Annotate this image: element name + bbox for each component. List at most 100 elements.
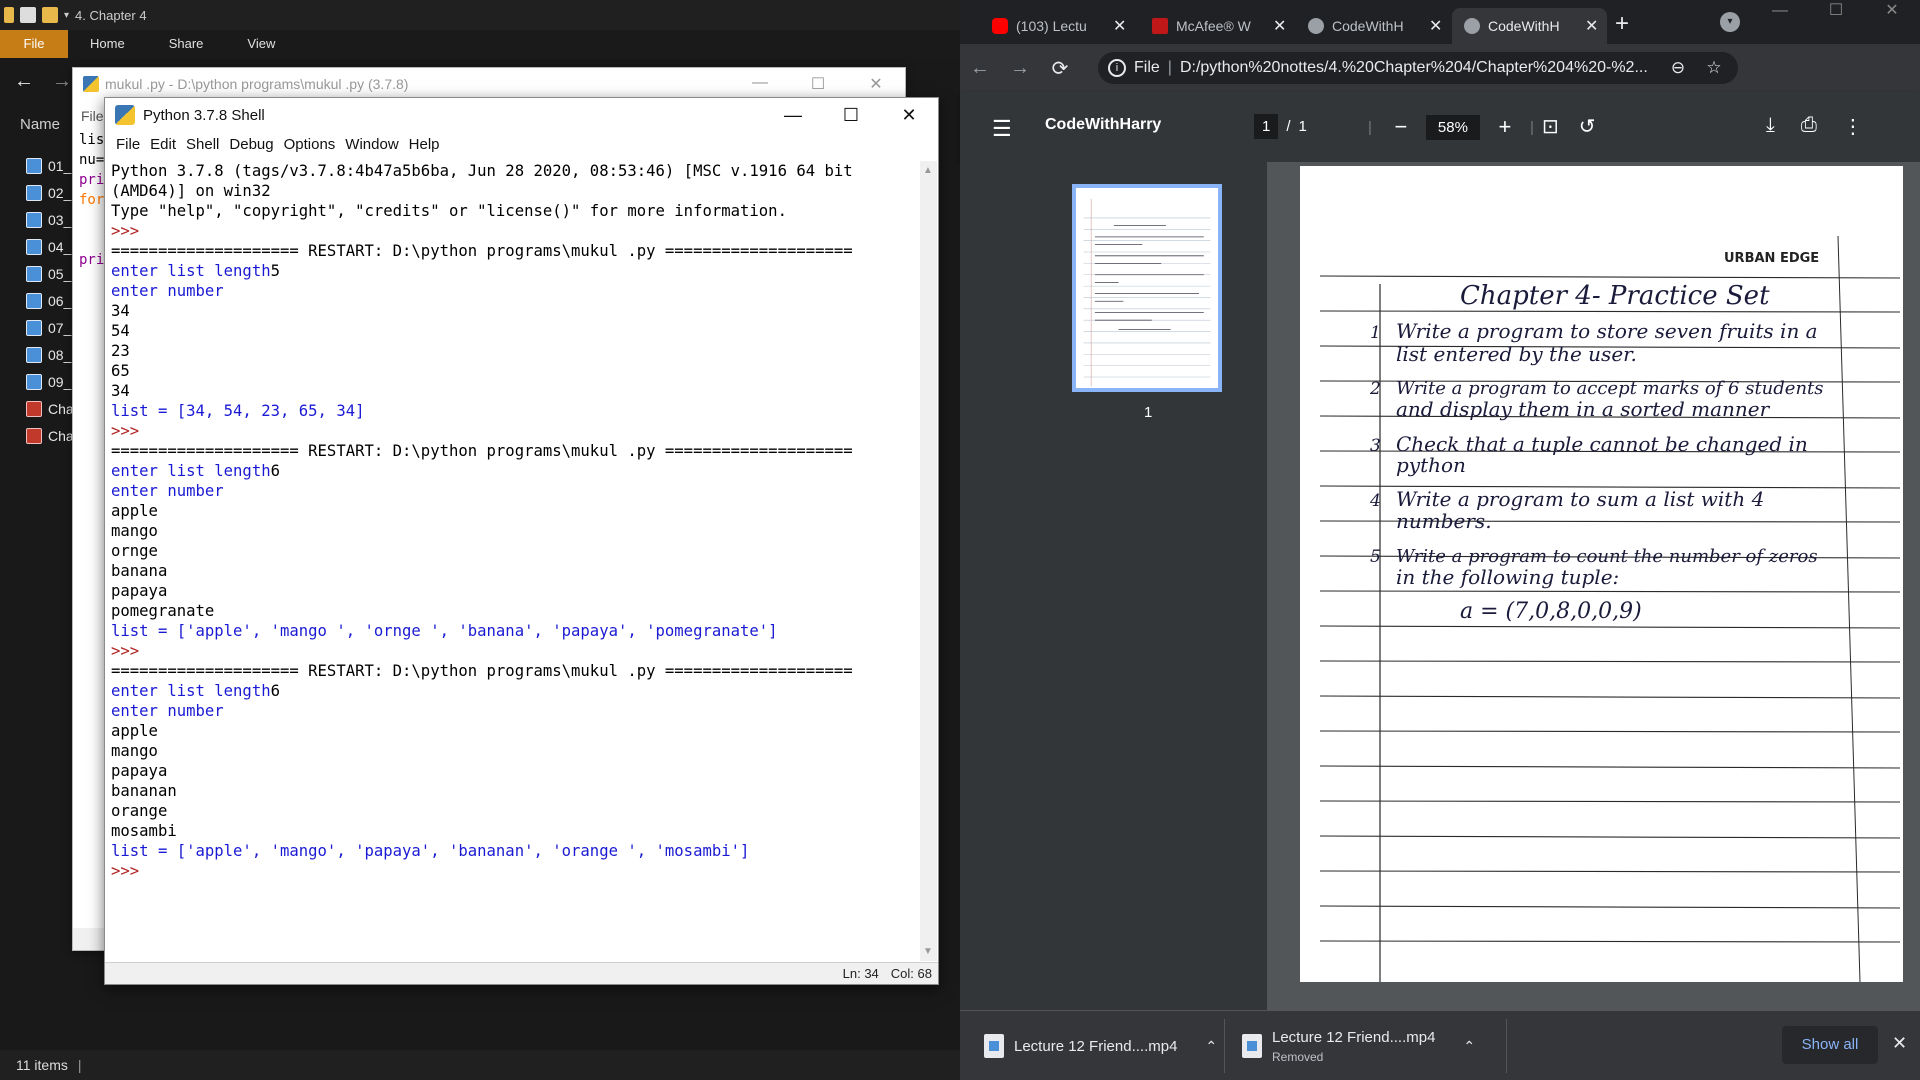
- menu-shell[interactable]: Shell: [181, 136, 224, 153]
- list-item[interactable]: 08_: [26, 341, 76, 368]
- shell-line: 23: [111, 342, 130, 360]
- list-item[interactable]: 04_: [26, 233, 76, 260]
- close-icon[interactable]: ✕: [1864, 0, 1920, 22]
- python-file-icon: [26, 292, 42, 309]
- zoom-level-input[interactable]: 58%: [1425, 114, 1480, 140]
- list-item[interactable]: 05_: [26, 260, 76, 287]
- shell-line: >>>: [111, 642, 149, 660]
- rotate-icon[interactable]: ↺: [1579, 114, 1596, 139]
- python-shell-window[interactable]: Python 3.7.8 Shell — ☐ ✕ File Edit Shell…: [104, 97, 939, 985]
- list-item[interactable]: 03_: [26, 206, 76, 233]
- print-icon[interactable]: ⎙: [1801, 114, 1817, 139]
- fit-to-page-icon[interactable]: ⊡: [1542, 114, 1559, 139]
- browser-tab-active[interactable]: CodeWithH ✕: [1452, 8, 1607, 44]
- editor-menu-file[interactable]: File: [81, 108, 104, 124]
- menu-edit[interactable]: Edit: [145, 136, 181, 153]
- address-bar[interactable]: i File | D:/python%20nottes/4.%20Chapter…: [1098, 52, 1738, 84]
- shell-line: enter list length6: [111, 461, 921, 481]
- maximize-icon[interactable]: ☐: [789, 74, 847, 94]
- desktop: ▾ 4. Chapter 4 File Home Share View ← → …: [0, 0, 1920, 1080]
- menu-options[interactable]: Options: [279, 136, 341, 153]
- hamburger-menu-icon[interactable]: ☰: [992, 116, 1012, 142]
- item-number: 5: [1370, 547, 1381, 567]
- list-item[interactable]: 09_: [26, 368, 76, 395]
- new-folder-icon[interactable]: [42, 7, 58, 23]
- back-icon[interactable]: ←: [960, 57, 1000, 80]
- menu-help[interactable]: Help: [404, 136, 445, 153]
- more-options-icon[interactable]: ⋮: [1843, 114, 1863, 139]
- back-arrow-icon[interactable]: ←: [14, 70, 34, 93]
- url-text[interactable]: D:/python%20nottes/4.%20Chapter%204/Chap…: [1180, 59, 1656, 77]
- shell-line: enter list length5: [111, 261, 921, 281]
- ribbon-tab-file[interactable]: File: [0, 30, 68, 58]
- download-icon[interactable]: ⤓: [1766, 114, 1775, 139]
- minimize-icon[interactable]: —: [1752, 0, 1808, 22]
- close-icon[interactable]: ✕: [880, 105, 938, 126]
- scroll-up-icon[interactable]: ▲: [923, 165, 933, 176]
- list-item[interactable]: 07_: [26, 314, 76, 341]
- item-number: 1: [1370, 323, 1381, 343]
- shell-title-bar: Python 3.7.8 Shell — ☐ ✕: [105, 98, 938, 132]
- zoom-out-icon[interactable]: −: [1390, 114, 1412, 140]
- list-item[interactable]: 02_: [26, 179, 76, 206]
- shell-line: enter list length6: [111, 681, 921, 701]
- forward-arrow-icon[interactable]: →: [52, 70, 72, 93]
- zoom-icon[interactable]: ⊖: [1664, 58, 1692, 78]
- note-line: Write a program to accept marks of 6 stu…: [1396, 378, 1824, 399]
- new-tab-icon[interactable]: +: [1615, 10, 1629, 38]
- maximize-icon[interactable]: ☐: [1808, 0, 1864, 22]
- chrome-window: (103) Lectu ✕ McAfee® W ✕ CodeWithH ✕ Co…: [960, 0, 1920, 1080]
- editor-title-bar: mukul .py - D:\python programs\mukul .py…: [73, 68, 905, 100]
- shell-menu-bar: File Edit Shell Debug Options Window Hel…: [105, 132, 938, 156]
- close-tab-icon[interactable]: ✕: [1585, 16, 1607, 36]
- close-icon[interactable]: ✕: [847, 74, 905, 94]
- close-icon[interactable]: ✕: [1892, 1033, 1907, 1054]
- shell-line: 54: [111, 322, 130, 340]
- download-item[interactable]: Lecture 12 Friend....mp4 ⌃: [984, 1011, 1217, 1080]
- note-line: Write a program to sum a list with 4: [1396, 487, 1764, 511]
- zoom-in-icon[interactable]: +: [1494, 114, 1516, 140]
- menu-debug[interactable]: Debug: [224, 136, 278, 153]
- menu-window[interactable]: Window: [340, 136, 403, 153]
- close-tab-icon[interactable]: ✕: [1113, 16, 1135, 36]
- close-tab-icon[interactable]: ✕: [1273, 16, 1295, 36]
- download-item[interactable]: Lecture 12 Friend....mp4 Removed ⌃: [1242, 1011, 1475, 1080]
- menu-file[interactable]: File: [111, 136, 145, 153]
- tab-search-icon[interactable]: ▾: [1720, 12, 1740, 32]
- bookmark-star-icon[interactable]: ☆: [1700, 58, 1728, 78]
- shell-line: orange: [111, 802, 168, 820]
- page-number-input[interactable]: 1: [1254, 114, 1279, 139]
- page-thumbnail[interactable]: [1072, 184, 1222, 392]
- properties-icon[interactable]: [20, 7, 36, 23]
- vertical-scrollbar[interactable]: ▲ ▼: [920, 161, 937, 961]
- shell-line: ==================== RESTART: D:\python …: [111, 662, 853, 680]
- list-item[interactable]: Cha: [26, 422, 76, 449]
- maximize-icon[interactable]: ☐: [822, 105, 880, 126]
- ribbon-tab-share[interactable]: Share: [147, 30, 226, 58]
- reload-icon[interactable]: ⟳: [1040, 56, 1080, 81]
- close-tab-icon[interactable]: ✕: [1429, 16, 1451, 36]
- shell-line: pomegranate: [111, 602, 215, 620]
- scroll-down-icon[interactable]: ▼: [923, 946, 933, 957]
- list-item[interactable]: Cha: [26, 395, 76, 422]
- chevron-up-icon[interactable]: ⌃: [1463, 1038, 1475, 1055]
- list-item[interactable]: 06_: [26, 287, 76, 314]
- info-icon[interactable]: i: [1108, 59, 1126, 77]
- toolbar-divider: |: [1529, 118, 1534, 136]
- browser-tab[interactable]: (103) Lectu ✕: [980, 8, 1135, 44]
- pdf-viewport[interactable]: URBAN EDGE Chapter 4- Practice Set 1 Wri…: [1267, 162, 1920, 1010]
- browser-tab[interactable]: CodeWithH ✕: [1296, 8, 1451, 44]
- ribbon-tab-home[interactable]: Home: [68, 30, 147, 58]
- ribbon-tab-view[interactable]: View: [225, 30, 297, 58]
- chevron-down-icon[interactable]: ▾: [64, 10, 69, 21]
- chevron-up-icon[interactable]: ⌃: [1205, 1038, 1217, 1055]
- show-all-button[interactable]: Show all: [1782, 1026, 1878, 1064]
- minimize-icon[interactable]: —: [731, 74, 789, 94]
- column-header-name[interactable]: Name: [20, 116, 60, 133]
- list-item[interactable]: 01_: [26, 152, 76, 179]
- browser-tab[interactable]: McAfee® W ✕: [1140, 8, 1295, 44]
- shell-output[interactable]: Python 3.7.8 (tags/v3.7.8:4b47a5b6ba, Ju…: [111, 161, 921, 961]
- forward-icon[interactable]: →: [1000, 57, 1040, 80]
- shell-line: >>>: [111, 222, 149, 240]
- minimize-icon[interactable]: —: [764, 105, 822, 126]
